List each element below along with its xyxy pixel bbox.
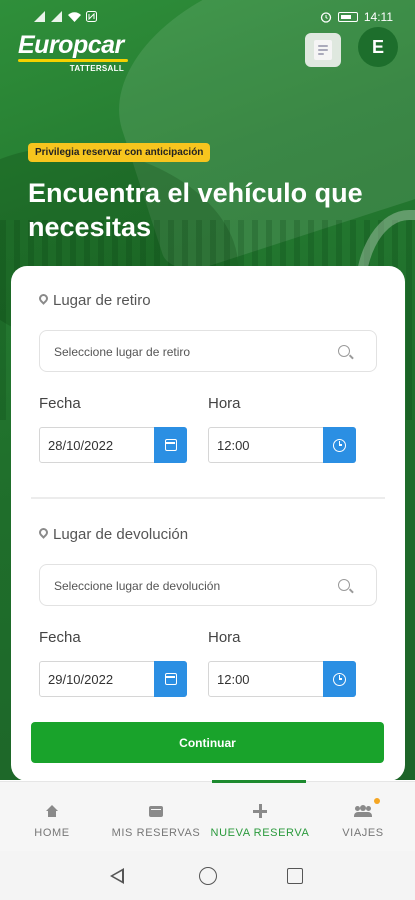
pickup-date-value: 28/10/2022 [48, 438, 114, 453]
return-date-picker-button[interactable] [154, 661, 187, 697]
return-date-field[interactable]: 29/10/2022 [39, 661, 187, 697]
return-time-field[interactable]: 12:00 [208, 661, 356, 697]
pickup-time-field[interactable]: 12:00 [208, 427, 356, 463]
return-time-picker-button[interactable] [323, 661, 356, 697]
pickup-section-label: Lugar de retiro [53, 292, 151, 309]
return-time-label: Hora [208, 629, 241, 646]
location-pin-icon [39, 528, 48, 541]
notification-dot [374, 798, 380, 804]
pickup-date-field[interactable]: 28/10/2022 [39, 427, 187, 463]
alarm-icon [320, 12, 332, 23]
calendar-icon [164, 673, 177, 685]
signal-icon [51, 11, 62, 22]
bottom-navigation: HOME MIS RESERVAS NUEVA RESERVA VIAJES [0, 780, 415, 852]
notes-button[interactable] [305, 33, 341, 67]
pickup-location-input[interactable]: Seleccione lugar de retiro [39, 330, 377, 372]
return-time-value: 12:00 [217, 672, 250, 687]
back-icon[interactable] [110, 868, 124, 884]
return-section-title: Lugar de devolución [39, 526, 188, 543]
wifi-icon [68, 11, 81, 22]
pickup-date-picker-button[interactable] [154, 427, 187, 463]
pickup-time-value: 12:00 [217, 438, 250, 453]
nav-item-mis-reservas[interactable]: MIS RESERVAS [108, 782, 204, 852]
logo-wordmark: Europcar [18, 31, 124, 59]
status-bar: 14:11 [0, 0, 415, 34]
return-date-value: 29/10/2022 [48, 672, 114, 687]
search-icon [338, 579, 350, 591]
battery-icon [337, 12, 358, 22]
clock-icon [333, 672, 346, 686]
page-title: Encuentra el vehículo que necesitas [28, 178, 363, 242]
nav-item-home[interactable]: HOME [30, 782, 74, 852]
nav-item-label: HOME [34, 827, 70, 839]
return-location-placeholder: Seleccione lugar de devolución [54, 579, 221, 593]
nav-item-label: VIAJES [342, 827, 384, 839]
nav-item-label: NUEVA RESERVA [210, 827, 310, 839]
pickup-time-label: Hora [208, 395, 241, 412]
nav-item-viajes[interactable]: VIAJES [338, 782, 388, 852]
people-icon [354, 805, 372, 817]
nfc-icon [86, 11, 97, 22]
booking-card: Lugar de retiro Seleccione lugar de reti… [11, 266, 405, 781]
search-icon [338, 345, 350, 357]
return-date-label: Fecha [39, 629, 81, 646]
avatar[interactable]: E [358, 27, 398, 67]
status-time: 14:11 [363, 10, 393, 24]
promo-badge: Privilegia reservar con anticipación [28, 143, 211, 162]
pickup-section-title: Lugar de retiro [39, 292, 151, 309]
recent-apps-icon[interactable] [287, 868, 303, 884]
wallet-icon [149, 805, 163, 817]
pickup-time-picker-button[interactable] [323, 427, 356, 463]
plus-icon [253, 804, 267, 818]
logo-subtext: TATTERSALL [69, 64, 124, 73]
home-icon [45, 805, 59, 817]
logo-underline [18, 59, 128, 62]
clock-icon [333, 438, 346, 452]
continue-button[interactable]: Continuar [31, 722, 384, 763]
nav-item-label: MIS RESERVAS [111, 827, 201, 839]
pickup-date-label: Fecha [39, 395, 81, 412]
home-circle-icon[interactable] [199, 867, 217, 885]
signal-icon [34, 11, 45, 22]
section-divider [31, 497, 385, 499]
system-navigation-bar [0, 851, 415, 900]
return-location-input[interactable]: Seleccione lugar de devolución [39, 564, 377, 606]
notes-icon [314, 40, 332, 60]
nav-item-nueva-reserva[interactable]: NUEVA RESERVA [208, 782, 312, 852]
calendar-icon [164, 439, 177, 451]
return-section-label: Lugar de devolución [53, 526, 189, 543]
location-pin-icon [39, 294, 48, 307]
pickup-location-placeholder: Seleccione lugar de retiro [54, 345, 191, 359]
brand-logo: Europcar TATTERSALL [18, 32, 128, 73]
